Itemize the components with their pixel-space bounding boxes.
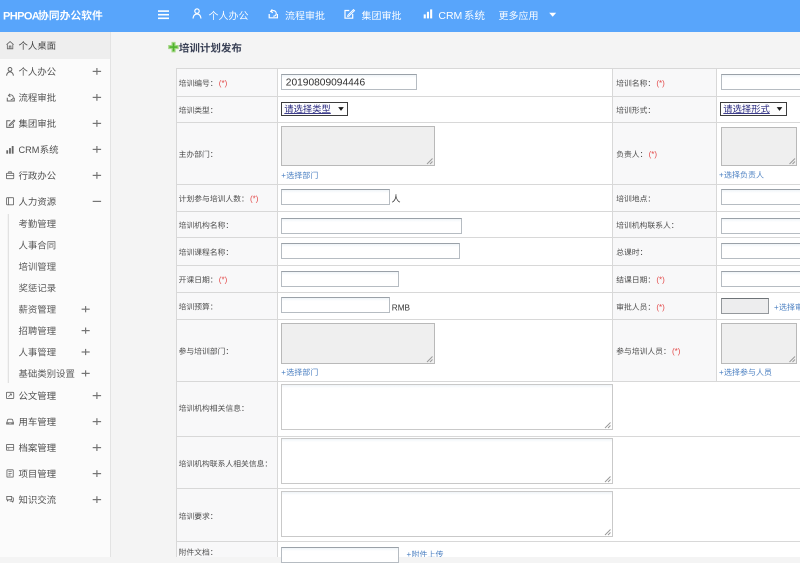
svg-text:+: + (719, 368, 724, 377)
svg-text:(*): (*) (656, 79, 665, 88)
svg-text:(*): (*) (672, 347, 681, 356)
svg-text:PHPOA: PHPOA (3, 10, 40, 22)
svg-text:(*): (*) (656, 276, 665, 285)
svg-text:CRM: CRM (19, 145, 40, 155)
svg-text:RMB: RMB (392, 303, 411, 312)
svg-text:+: + (774, 303, 779, 312)
svg-text:+: + (281, 368, 286, 377)
svg-text:(*): (*) (656, 303, 665, 312)
svg-text:+: + (719, 171, 724, 180)
svg-text:+: + (281, 171, 286, 180)
svg-text:CRM: CRM (438, 10, 462, 22)
svg-text:(*): (*) (219, 276, 228, 285)
svg-text:(*): (*) (250, 195, 259, 204)
svg-text:20190809094446: 20190809094446 (286, 78, 366, 89)
svg-text:+: + (407, 550, 412, 557)
svg-text:(*): (*) (649, 150, 658, 159)
svg-text:(*): (*) (219, 79, 228, 88)
